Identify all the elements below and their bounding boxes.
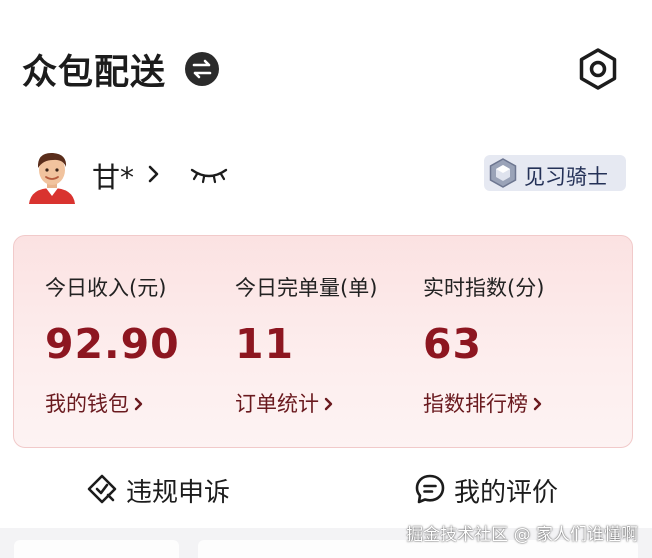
top-header: 众包配送 (0, 0, 652, 130)
stat-index: 实时指数(分) 63 指数排行榜 (423, 236, 613, 449)
stat-value: 92.90 (45, 320, 180, 368)
rider-level-badge[interactable]: 见习骑士 (484, 155, 626, 191)
chat-bubble-icon (414, 473, 446, 505)
stat-label: 今日收入(元) (45, 276, 167, 300)
badge-label: 见习骑士 (524, 165, 608, 189)
stats-card: 今日收入(元) 92.90 我的钱包 今日完单量(单) 11 订单统计 实时指数… (13, 235, 633, 448)
link-label: 指数排行榜 (423, 392, 528, 416)
chevron-right-icon (532, 394, 544, 412)
index-ranking-link[interactable]: 指数排行榜 (423, 388, 544, 418)
switch-arrows-icon[interactable] (185, 52, 219, 86)
page-title: 众包配送 (22, 53, 167, 93)
wallet-link[interactable]: 我的钱包 (45, 388, 145, 418)
settings-icon[interactable] (576, 47, 620, 91)
bottom-card (14, 540, 179, 558)
appeal-label: 违规申诉 (126, 478, 231, 508)
closed-eye-icon[interactable] (188, 164, 230, 184)
stat-label: 实时指数(分) (423, 276, 545, 300)
appeal-button[interactable]: 违规申诉 (86, 465, 246, 513)
chevron-right-icon (133, 394, 145, 412)
watermark-text: 掘金技术社区 @ 家人们谁懂啊 (406, 525, 638, 545)
chevron-right-icon[interactable] (146, 162, 162, 186)
my-reviews-label: 我的评价 (454, 478, 559, 508)
action-row: 违规申诉 我的评价 (0, 465, 652, 515)
appeal-tag-icon (86, 473, 118, 505)
stat-income: 今日收入(元) 92.90 我的钱包 (45, 236, 235, 449)
link-label: 订单统计 (235, 392, 319, 416)
stat-orders: 今日完单量(单) 11 订单统计 (235, 236, 425, 449)
order-stats-link[interactable]: 订单统计 (235, 388, 335, 418)
stat-value: 11 (235, 320, 295, 368)
username[interactable]: 甘* (92, 156, 134, 196)
user-row: 甘* 见习骑士 (0, 140, 652, 210)
link-label: 我的钱包 (45, 392, 129, 416)
stat-value: 63 (423, 320, 483, 368)
chevron-right-icon (323, 394, 335, 412)
hexagon-gem-icon (487, 157, 519, 189)
stat-label: 今日完单量(单) (235, 276, 378, 300)
avatar[interactable] (25, 148, 79, 204)
my-reviews-button[interactable]: 我的评价 (414, 465, 574, 513)
